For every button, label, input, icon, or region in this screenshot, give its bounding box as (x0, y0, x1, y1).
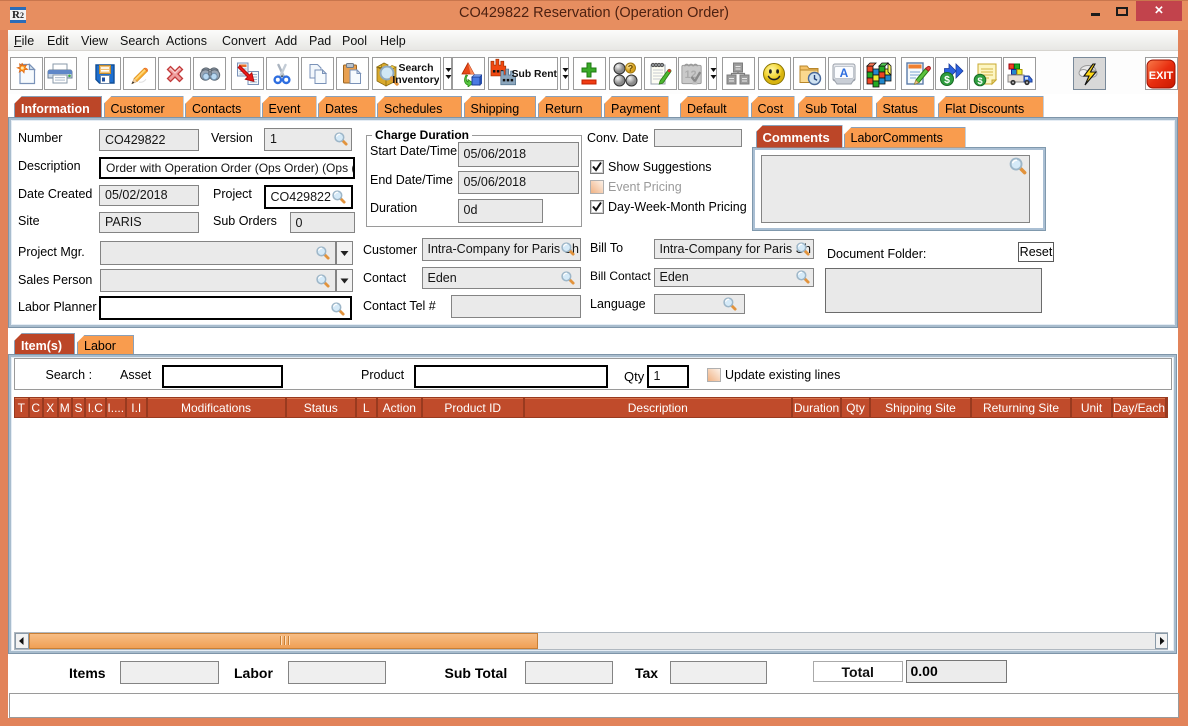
svg-text:$: $ (977, 75, 983, 86)
svg-text:Search: Search (398, 62, 433, 74)
svg-text:EXIT: EXIT (1149, 70, 1174, 82)
svg-text:?: ? (628, 63, 634, 73)
svg-text:$: $ (944, 74, 950, 86)
svg-text:Sub Rent: Sub Rent (512, 69, 557, 80)
svg-text:Inventory: Inventory (392, 74, 439, 86)
svg-text:A: A (840, 66, 849, 80)
